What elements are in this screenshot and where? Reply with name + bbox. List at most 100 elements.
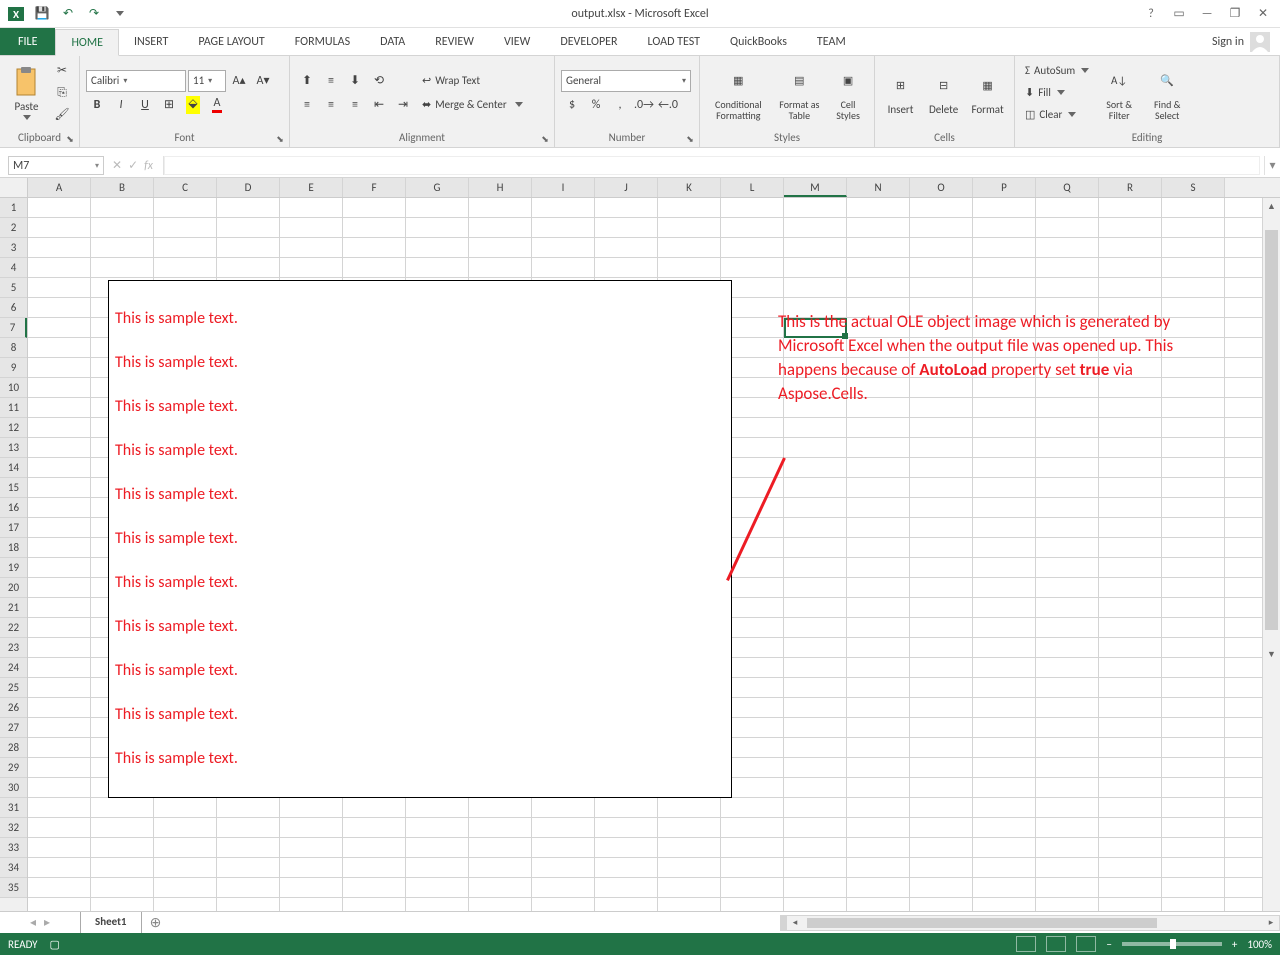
decrease-indent-icon[interactable]: ⇤ [368,94,390,116]
align-bottom-icon[interactable]: ⬇ [344,70,366,92]
wrap-text-button[interactable]: ↩Wrap Text [418,70,527,92]
align-center-icon[interactable]: ≡ [320,94,342,116]
column-header-H[interactable]: H [469,178,532,197]
row-header-24[interactable]: 24 [0,658,27,678]
copy-icon[interactable]: ⎘ [51,82,73,104]
column-header-E[interactable]: E [280,178,343,197]
ribbon-options-icon[interactable]: ▭ [1168,3,1190,25]
row-header-9[interactable]: 9 [0,358,27,378]
clipboard-dialog-icon[interactable]: ⬊ [64,133,76,145]
row-header-3[interactable]: 3 [0,238,27,258]
name-box[interactable]: M7▾ [8,156,104,175]
column-header-B[interactable]: B [91,178,154,197]
row-header-28[interactable]: 28 [0,738,27,758]
format-painter-icon[interactable]: 🖌 [51,104,73,126]
align-top-icon[interactable]: ⬆ [296,70,318,92]
qa-customize-icon[interactable] [108,3,132,25]
column-header-S[interactable]: S [1162,178,1225,197]
align-middle-icon[interactable]: ≡ [320,70,342,92]
orientation-icon[interactable]: ⟲ [368,70,390,92]
vertical-scrollbar[interactable]: ▲ ▼ [1262,198,1280,911]
row-header-31[interactable]: 31 [0,798,27,818]
currency-icon[interactable]: $ [561,94,583,116]
paste-button[interactable]: Paste [6,60,47,126]
cell-styles-button[interactable]: ▣Cell Styles [828,60,868,126]
row-header-33[interactable]: 33 [0,838,27,858]
row-header-20[interactable]: 20 [0,578,27,598]
fill-color-icon[interactable]: ⬙ [182,94,204,116]
zoom-level[interactable]: 100% [1247,938,1272,951]
find-select-button[interactable]: 🔍Find & Select [1145,60,1189,126]
tab-data[interactable]: DATA [365,28,420,55]
conditional-formatting-button[interactable]: ▦Conditional Formatting [706,60,771,126]
row-header-16[interactable]: 16 [0,498,27,518]
save-icon[interactable]: 💾 [30,3,54,25]
row-header-23[interactable]: 23 [0,638,27,658]
number-dialog-icon[interactable]: ⬊ [684,133,696,145]
column-header-J[interactable]: J [595,178,658,197]
view-page-break-icon[interactable] [1076,936,1096,952]
spreadsheet-grid[interactable]: This is sample text.This is sample text.… [28,198,1280,911]
row-header-14[interactable]: 14 [0,458,27,478]
tab-file[interactable]: FILE [0,28,55,55]
bold-button[interactable]: B [86,94,108,116]
formula-input[interactable] [164,156,1260,175]
align-right-icon[interactable]: ≡ [344,94,366,116]
tab-review[interactable]: REVIEW [420,28,489,55]
delete-cells-button[interactable]: ⊟Delete [924,60,963,126]
row-header-22[interactable]: 22 [0,618,27,638]
macro-recorder-icon[interactable]: ▢ [50,938,60,951]
undo-icon[interactable]: ↶ [56,3,80,25]
decrease-decimal-icon[interactable]: ←.0 [657,94,679,116]
row-header-34[interactable]: 34 [0,858,27,878]
enter-formula-icon[interactable]: ✓ [128,158,138,173]
column-header-I[interactable]: I [532,178,595,197]
column-header-K[interactable]: K [658,178,721,197]
font-size-combo[interactable]: 11▾ [188,70,226,92]
format-cells-button[interactable]: ▦Format [967,60,1008,126]
align-left-icon[interactable]: ≡ [296,94,318,116]
row-header-32[interactable]: 32 [0,818,27,838]
column-header-L[interactable]: L [721,178,784,197]
tab-loadtest[interactable]: LOAD TEST [633,28,716,55]
row-header-17[interactable]: 17 [0,518,27,538]
column-header-Q[interactable]: Q [1036,178,1099,197]
row-header-29[interactable]: 29 [0,758,27,778]
row-header-30[interactable]: 30 [0,778,27,798]
cancel-formula-icon[interactable]: ✕ [112,158,122,173]
decrease-font-icon[interactable]: A▾ [252,70,274,92]
alignment-dialog-icon[interactable]: ⬊ [539,133,551,145]
ole-object-image[interactable]: This is sample text.This is sample text.… [108,280,732,798]
border-icon[interactable]: ⊞ [158,94,180,116]
tab-quickbooks[interactable]: QuickBooks [715,28,802,55]
row-header-12[interactable]: 12 [0,418,27,438]
tab-developer[interactable]: DEVELOPER [545,28,632,55]
hscroll-thumb[interactable] [807,918,1157,928]
row-header-4[interactable]: 4 [0,258,27,278]
tab-insert[interactable]: INSERT [119,28,183,55]
underline-button[interactable]: U [134,94,156,116]
tab-pagelayout[interactable]: PAGE LAYOUT [183,28,279,55]
redo-icon[interactable]: ↷ [82,3,106,25]
row-header-1[interactable]: 1 [0,198,27,218]
font-name-combo[interactable]: Calibri▾ [86,70,186,92]
insert-cells-button[interactable]: ⊞Insert [881,60,920,126]
column-header-N[interactable]: N [847,178,910,197]
scroll-left-icon[interactable]: ◂ [787,917,803,928]
horizontal-scrollbar[interactable]: ◂ ▸ [780,915,1280,931]
row-header-11[interactable]: 11 [0,398,27,418]
view-page-layout-icon[interactable] [1046,936,1066,952]
row-header-27[interactable]: 27 [0,718,27,738]
tab-view[interactable]: VIEW [489,28,545,55]
row-header-6[interactable]: 6 [0,298,27,318]
formula-expand-icon[interactable]: ▾ [1264,156,1280,175]
close-button[interactable]: ✕ [1252,3,1274,25]
row-header-2[interactable]: 2 [0,218,27,238]
format-as-table-button[interactable]: ▤Format as Table [775,60,824,126]
sheet-nav-next-icon[interactable]: ▸ [44,915,50,930]
fill-button[interactable]: ⬇Fill [1021,82,1093,104]
column-header-P[interactable]: P [973,178,1036,197]
column-header-G[interactable]: G [406,178,469,197]
row-header-26[interactable]: 26 [0,698,27,718]
new-sheet-button[interactable]: ⊕ [142,914,170,931]
